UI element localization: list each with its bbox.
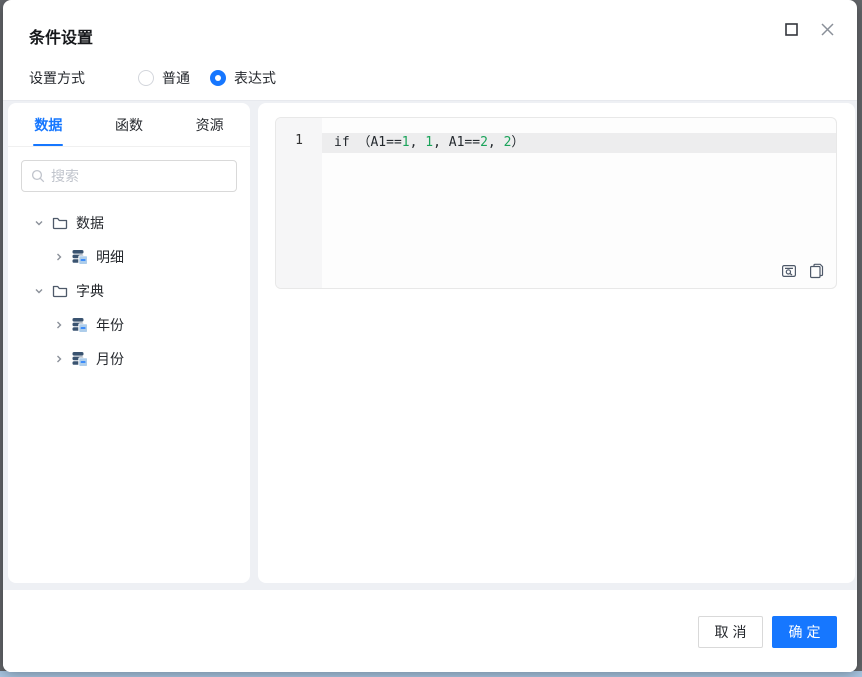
tree-node-label: 明细 (96, 249, 124, 265)
code-token: 1 (401, 135, 410, 150)
dataset-icon (72, 351, 88, 367)
data-tree: 数据 明细 字典 年份 月份 (8, 206, 250, 376)
ok-button[interactable]: 确定 (772, 616, 837, 648)
chevron-right-icon[interactable] (52, 252, 66, 262)
sidebar-tabs: 数据 函数 资源 (8, 103, 250, 147)
cancel-button[interactable]: 取消 (698, 616, 763, 648)
tree-node-label: 年份 (96, 317, 124, 333)
tree-node-label: 字典 (76, 283, 104, 299)
chevron-right-icon[interactable] (52, 354, 66, 364)
tree-node-dictionary-folder[interactable]: 字典 (8, 274, 250, 308)
code-token: 2 (480, 135, 488, 150)
search-input[interactable] (51, 168, 227, 184)
radio-option-label: 普通 (162, 70, 190, 86)
code-token: if （A1== (334, 135, 402, 150)
search-box (21, 160, 237, 192)
dialog-footer: 取消 确定 (3, 590, 857, 672)
setting-mode-row: 设置方式 普通 表达式 (29, 68, 833, 88)
setting-mode-options: 普通 表达式 (138, 68, 276, 88)
expression-panel: 1 if （A1==1, 1, A1==2, 2） (258, 103, 855, 583)
tree-node-label: 数据 (76, 215, 104, 231)
chevron-down-icon[interactable] (32, 218, 46, 228)
search-icon (31, 169, 45, 183)
code-token: ） (511, 135, 525, 150)
tree-node-month-dataset[interactable]: 月份 (8, 342, 250, 376)
chevron-right-icon[interactable] (52, 320, 66, 330)
dialog-header: 条件设置 设置方式 普通 表达式 (3, 0, 857, 88)
screen: 条件设置 设置方式 普通 表达式 数据 函数 资源 搜索 数据 明细 字典 年份… (0, 0, 862, 677)
code-token: , (409, 135, 426, 150)
inspect-code-icon (782, 264, 797, 278)
expression-editor[interactable]: 1 if （A1==1, 1, A1==2, 2） (275, 117, 837, 289)
code-token: , A1== (433, 135, 481, 150)
close-icon (821, 23, 834, 36)
radio-option-normal[interactable]: 普通 (138, 68, 190, 88)
copy-icon (810, 263, 824, 279)
footer-buttons: 取消 确定 (698, 616, 837, 648)
tab-data[interactable]: 数据 (8, 103, 89, 146)
tab-label: 函数 (115, 116, 143, 133)
condition-settings-dialog: 条件设置 设置方式 普通 表达式 数据 函数 资源 搜索 数据 明细 字典 年份… (3, 0, 857, 672)
radio-checked-icon[interactable] (210, 70, 226, 86)
chevron-down-icon[interactable] (32, 286, 46, 296)
tab-label: 数据 (34, 116, 63, 133)
page-title: 条件设置 (29, 30, 94, 47)
radio-option-expression[interactable]: 表达式 (210, 68, 276, 88)
radio-option-label: 表达式 (234, 70, 276, 86)
window-controls (785, 22, 835, 37)
folder-icon (52, 283, 68, 299)
editor-actions (781, 263, 824, 279)
maximize-button[interactable] (785, 23, 798, 36)
tab-label: 资源 (195, 116, 224, 133)
inspect-code-button[interactable] (781, 263, 797, 279)
editor-gutter: 1 (276, 118, 322, 288)
tree-node-year-dataset[interactable]: 年份 (8, 308, 250, 342)
setting-mode-label: 设置方式 (29, 70, 85, 86)
dataset-icon (72, 317, 88, 333)
dataset-icon (72, 249, 88, 265)
folder-icon (52, 215, 68, 231)
tree-node-detail-dataset[interactable]: 明细 (8, 240, 250, 274)
tab-resources[interactable]: 资源 (169, 103, 250, 146)
tree-node-label: 月份 (96, 351, 124, 367)
sidebar-panel: 数据 函数 资源 搜索 数据 明细 字典 年份 月份 (8, 103, 250, 583)
close-button[interactable] (820, 22, 835, 37)
editor-code-area[interactable]: if （A1==1, 1, A1==2, 2） (322, 118, 836, 288)
copy-button[interactable] (809, 263, 824, 279)
code-token: , (487, 135, 504, 150)
line-number: 1 (295, 133, 303, 148)
code-line-active[interactable]: if （A1==1, 1, A1==2, 2） (322, 133, 836, 153)
maximize-icon (785, 23, 798, 36)
cancel-button-label: 取消 (714, 624, 751, 640)
tab-functions[interactable]: 函数 (89, 103, 170, 146)
code-token: 1 (425, 135, 434, 150)
radio-unchecked-icon[interactable] (138, 70, 154, 86)
tree-node-data-folder[interactable]: 数据 (8, 206, 250, 240)
dialog-body: 数据 函数 资源 搜索 数据 明细 字典 年份 月份 1 if （A1==1, … (3, 100, 857, 590)
ok-button-label: 确定 (788, 624, 825, 640)
